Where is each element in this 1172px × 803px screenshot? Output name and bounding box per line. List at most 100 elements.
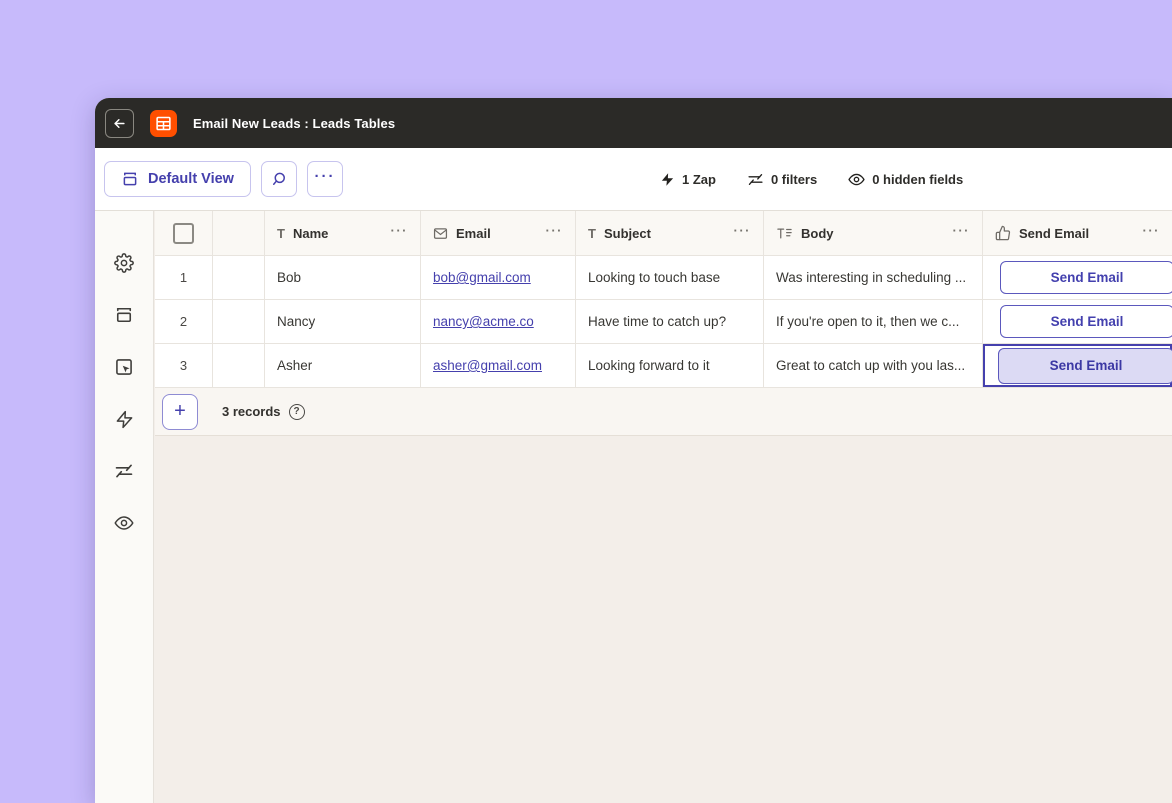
subject-value: Have time to catch up?	[588, 314, 727, 329]
body-value: Was interesting in scheduling ...	[776, 270, 967, 285]
send-email-cell-selected[interactable]: Send Email	[983, 344, 1172, 387]
view-icon	[121, 170, 139, 188]
filter-count-label: 0 filters	[770, 171, 818, 187]
row-number-cell[interactable]: 2	[155, 300, 213, 343]
sidebar-item-hidden-fields[interactable]	[106, 497, 142, 549]
content-area: T Name ··· Email ··· T Subject ··· Body …	[95, 211, 1172, 803]
column-menu-icon[interactable]: ···	[546, 224, 564, 242]
expand-cell[interactable]	[213, 256, 265, 299]
column-header-body[interactable]: Body ···	[764, 211, 983, 255]
help-icon[interactable]: ?	[288, 403, 305, 420]
filters-indicator[interactable]: 0 filters	[747, 171, 817, 188]
name-cell[interactable]: Asher	[265, 344, 421, 387]
column-label: Body	[801, 225, 834, 241]
email-cell[interactable]: bob@gmail.com	[421, 256, 576, 299]
sidebar	[95, 211, 154, 803]
search-button[interactable]	[260, 161, 297, 197]
name-cell[interactable]: Bob	[265, 256, 421, 299]
expand-cell[interactable]	[213, 344, 265, 387]
filters-icon	[114, 461, 134, 481]
sidebar-item-settings[interactable]	[106, 237, 142, 289]
send-email-button[interactable]: Send Email	[1000, 261, 1172, 294]
column-menu-icon[interactable]: ···	[953, 224, 971, 242]
email-cell[interactable]: nancy@acme.co	[421, 300, 576, 343]
column-header-send-email[interactable]: Send Email ···	[983, 211, 1172, 255]
column-header-subject[interactable]: T Subject ···	[576, 211, 764, 255]
name-cell[interactable]: Nancy	[265, 300, 421, 343]
table-row: 1 Bob bob@gmail.com Looking to touch bas…	[155, 256, 1172, 300]
expand-column-header	[213, 211, 265, 255]
column-header-name[interactable]: T Name ···	[265, 211, 421, 255]
text-type-icon: T	[588, 225, 596, 241]
name-value: Nancy	[277, 314, 316, 329]
subject-value: Looking to touch base	[588, 270, 721, 285]
column-label: Email	[456, 225, 491, 241]
sidebar-item-zaps[interactable]	[106, 393, 142, 445]
views-icon	[114, 305, 134, 325]
sidebar-item-record-panel[interactable]	[106, 341, 142, 393]
column-label: Send Email	[1019, 225, 1090, 241]
row-number-cell[interactable]: 1	[155, 256, 213, 299]
select-all-header	[155, 211, 213, 255]
subject-value: Looking forward to it	[588, 358, 710, 373]
email-link[interactable]: nancy@acme.co	[433, 314, 534, 329]
row-number-cell[interactable]: 3	[155, 344, 213, 387]
subject-cell[interactable]: Looking to touch base	[576, 256, 764, 299]
column-label: Name	[292, 225, 329, 241]
page-title: Email New Leads : Leads Tables	[193, 115, 396, 131]
subject-cell[interactable]: Looking forward to it	[576, 344, 764, 387]
hidden-fields-indicator[interactable]: 0 hidden fields	[848, 171, 963, 188]
ellipsis-icon: ···	[314, 167, 336, 185]
send-email-button[interactable]: Send Email	[1000, 305, 1172, 338]
more-options-button[interactable]: ···	[306, 161, 343, 197]
search-icon	[270, 170, 288, 188]
column-menu-icon[interactable]: ···	[391, 224, 409, 242]
table-area: T Name ··· Email ··· T Subject ··· Body …	[155, 211, 1172, 803]
send-email-cell[interactable]: Send Email	[983, 300, 1172, 343]
send-email-cell[interactable]: Send Email	[983, 256, 1172, 299]
column-menu-icon[interactable]: ···	[1143, 224, 1161, 242]
eye-icon	[114, 513, 134, 533]
body-value: If you're open to it, then we c...	[776, 314, 960, 329]
empty-canvas	[155, 436, 1172, 803]
back-button[interactable]	[105, 108, 134, 138]
row-number: 1	[179, 270, 188, 285]
zap-count-label: 1 Zap	[682, 171, 716, 187]
email-link[interactable]: bob@gmail.com	[433, 270, 531, 285]
toolbar: Default View ··· 1 Zap 0 filters 0 hidde…	[95, 148, 1172, 211]
zaps-indicator[interactable]: 1 Zap	[660, 172, 716, 187]
zap-bolt-icon	[660, 172, 675, 187]
desktop-background: Email New Leads : Leads Tables Default V…	[0, 0, 1172, 803]
column-header-email[interactable]: Email ···	[421, 211, 576, 255]
add-record-strip: + 3 records ?	[155, 388, 1172, 436]
body-cell[interactable]: Was interesting in scheduling ...	[764, 256, 983, 299]
hidden-count-label: 0 hidden fields	[872, 171, 964, 187]
body-cell[interactable]: If you're open to it, then we c...	[764, 300, 983, 343]
default-view-button[interactable]: Default View	[104, 161, 251, 197]
button-field-icon	[995, 225, 1011, 241]
body-value: Great to catch up with you las...	[776, 358, 966, 373]
select-all-checkbox[interactable]	[173, 222, 194, 244]
sidebar-item-views[interactable]	[106, 289, 142, 341]
titlebar: Email New Leads : Leads Tables	[95, 98, 1172, 148]
record-count-label: 3 records	[222, 404, 281, 419]
expand-cell[interactable]	[213, 300, 265, 343]
gear-icon	[114, 253, 134, 273]
name-value: Bob	[277, 270, 302, 285]
send-email-button[interactable]: Send Email	[998, 347, 1172, 384]
panel-cursor-icon	[114, 357, 134, 377]
email-cell[interactable]: asher@gmail.com	[421, 344, 576, 387]
zap-bolt-icon	[115, 410, 134, 429]
filters-icon	[747, 171, 764, 188]
default-view-label: Default View	[148, 171, 234, 187]
email-link[interactable]: asher@gmail.com	[433, 358, 542, 373]
tables-app-icon	[150, 109, 177, 137]
body-cell[interactable]: Great to catch up with you las...	[764, 344, 983, 387]
add-record-button[interactable]: +	[162, 393, 198, 430]
subject-cell[interactable]: Have time to catch up?	[576, 300, 764, 343]
app-window: Email New Leads : Leads Tables Default V…	[95, 98, 1172, 803]
table-header-row: T Name ··· Email ··· T Subject ··· Body …	[155, 211, 1172, 256]
column-menu-icon[interactable]: ···	[734, 224, 752, 242]
sidebar-item-filters[interactable]	[106, 445, 142, 497]
row-number: 2	[179, 314, 188, 329]
